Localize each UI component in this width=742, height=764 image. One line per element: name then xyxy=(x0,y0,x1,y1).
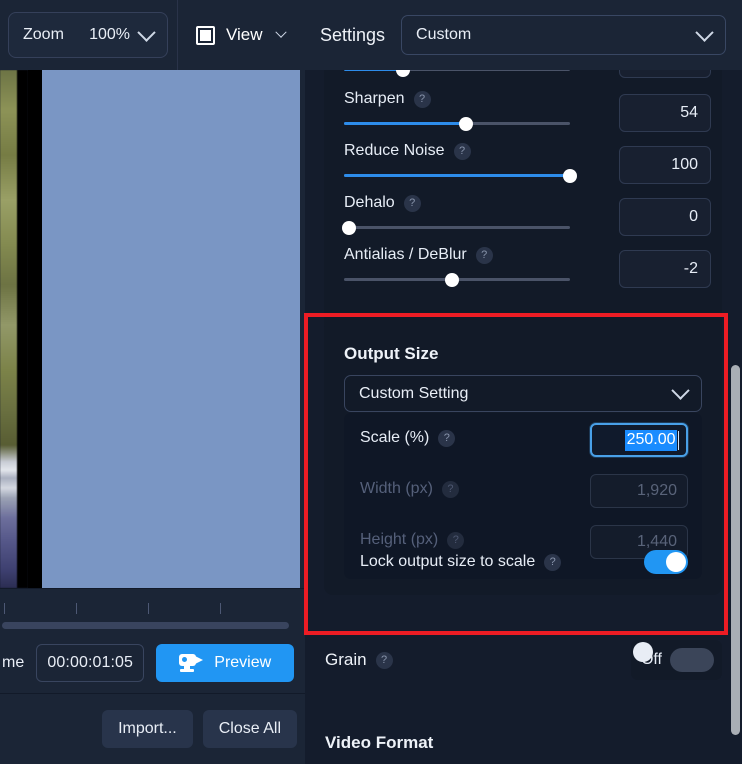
grain-label: Grain xyxy=(325,650,367,669)
view-label: View xyxy=(226,25,263,44)
help-icon[interactable]: ? xyxy=(413,90,431,108)
settings-vertical-scrollbar[interactable] xyxy=(731,365,740,735)
help-icon[interactable]: ? xyxy=(375,651,393,669)
file-actions-bar: Import... Close All xyxy=(0,694,305,764)
enhancement-sliders-card: Sharpen ? 54 Reduce Noise ? 100 Dehalo ?… xyxy=(324,40,722,366)
application-window: Zoom 100% View me 00:00:01:05 Preview Im… xyxy=(0,0,742,764)
slider-row-dehalo: Dehalo ? 0 xyxy=(324,192,722,244)
preview-button[interactable]: Preview xyxy=(156,644,295,682)
chevron-down-icon xyxy=(671,381,690,400)
square-frame-icon xyxy=(196,25,215,45)
slider-knob[interactable] xyxy=(445,272,460,287)
chevron-down-icon xyxy=(137,22,156,42)
scale-row: Scale (%) ? 250.00 xyxy=(344,417,702,459)
width-label: Width (px) xyxy=(360,480,433,497)
video-preview-area[interactable] xyxy=(0,70,305,588)
output-size-preset-dropdown[interactable]: Custom Setting xyxy=(344,375,702,412)
output-size-title: Output Size xyxy=(344,344,439,363)
grain-section: Grain ? Off xyxy=(324,638,722,686)
slider-label-antialias-deblur: Antialias / DeBlur xyxy=(344,246,467,263)
slider-track-sharpen[interactable] xyxy=(344,116,570,131)
slider-track-antialias-deblur[interactable] xyxy=(344,272,570,287)
grain-toggle[interactable] xyxy=(633,642,714,672)
ruler-ticks xyxy=(0,603,305,619)
slider-row-antialias-deblur: Antialias / DeBlur ? -2 xyxy=(324,244,722,296)
slider-fill xyxy=(344,122,467,125)
chevron-down-icon xyxy=(695,22,714,42)
slider-knob[interactable] xyxy=(563,168,577,183)
preview-image[interactable] xyxy=(42,70,300,588)
help-icon[interactable]: ? xyxy=(453,142,471,160)
view-control[interactable]: View xyxy=(196,15,287,55)
ruler-tick xyxy=(148,603,149,614)
help-icon[interactable]: ? xyxy=(544,553,562,571)
video-camera-icon xyxy=(179,653,205,673)
slider-track-dehalo[interactable] xyxy=(341,220,570,235)
import-button[interactable]: Import... xyxy=(102,710,193,748)
settings-preset-value: Custom xyxy=(416,26,472,43)
width-input[interactable]: 1,920 xyxy=(590,474,688,508)
output-size-preset-value: Custom Setting xyxy=(359,384,469,402)
slider-row-sharpen: Sharpen ? 54 xyxy=(324,88,722,140)
playback-controls: me 00:00:01:05 Preview xyxy=(0,633,305,694)
help-icon[interactable]: ? xyxy=(441,480,459,498)
ruler-tick xyxy=(220,603,221,614)
slider-knob[interactable] xyxy=(341,220,356,235)
timecode-input[interactable]: 00:00:01:05 xyxy=(36,644,145,682)
timeline-ruler[interactable] xyxy=(0,588,305,634)
close-all-button[interactable]: Close All xyxy=(202,710,297,748)
lock-output-size-toggle[interactable] xyxy=(644,550,688,574)
slider-knob[interactable] xyxy=(459,116,474,131)
scale-input-value: 250.00 xyxy=(624,429,677,451)
preview-pane: Zoom 100% View me 00:00:01:05 Preview Im… xyxy=(0,0,305,764)
help-icon[interactable]: ? xyxy=(475,246,493,264)
image-letterbox-gap xyxy=(28,70,42,588)
slider-row-reduce-noise: Reduce Noise ? 100 xyxy=(324,140,722,192)
help-icon[interactable]: ? xyxy=(403,194,421,212)
grain-toggle-control[interactable]: Off xyxy=(631,640,722,680)
help-icon[interactable]: ? xyxy=(438,429,456,447)
slider-label-reduce-noise: Reduce Noise xyxy=(344,142,445,159)
preview-toolbar: Zoom 100% View xyxy=(0,0,305,70)
source-image-strip xyxy=(0,70,28,588)
antialias-deblur-value-input[interactable]: -2 xyxy=(619,250,711,288)
output-size-card: Output Size Custom Setting Scale (%) ? 2… xyxy=(324,320,722,595)
settings-header: Settings Custom xyxy=(305,0,742,70)
zoom-label: Zoom xyxy=(23,26,64,43)
scale-label: Scale (%) xyxy=(360,429,430,446)
lock-output-size-label: Lock output size to scale xyxy=(360,553,536,570)
settings-scroll-body: Sharpen ? 54 Reduce Noise ? 100 Dehalo ?… xyxy=(305,40,742,764)
slider-track-reduce-noise[interactable] xyxy=(344,168,577,183)
grain-label-wrap: Grain ? xyxy=(325,650,393,670)
slider-label-dehalo: Dehalo xyxy=(344,194,395,211)
scale-input[interactable]: 250.00 xyxy=(590,423,688,457)
toolbar-divider xyxy=(177,0,178,70)
text-cursor xyxy=(677,430,679,450)
timeline-scrollbar[interactable] xyxy=(2,622,289,629)
settings-preset-dropdown[interactable]: Custom xyxy=(401,15,727,55)
lock-output-size-row: Lock output size to scale ? xyxy=(344,541,702,583)
preview-button-label: Preview xyxy=(214,654,272,671)
frame-label: me xyxy=(2,654,25,671)
settings-pane: Settings Custom Sharpen ? 54 Reduce Nois… xyxy=(305,0,742,764)
slider-fill xyxy=(344,174,570,177)
reduce-noise-value-input[interactable]: 100 xyxy=(619,146,711,184)
sharpen-value-input[interactable]: 54 xyxy=(619,94,711,132)
chevron-down-icon xyxy=(274,26,287,38)
video-format-title: Video Format xyxy=(325,733,434,752)
output-size-fields: Scale (%) ? 250.00 Width (px) ? 1,920 He… xyxy=(344,413,702,579)
slider-label-sharpen: Sharpen xyxy=(344,90,405,107)
ruler-tick xyxy=(4,603,5,614)
dehalo-value-input[interactable]: 0 xyxy=(619,198,711,236)
zoom-value: 100% xyxy=(89,26,130,43)
zoom-control[interactable]: Zoom 100% xyxy=(8,12,168,58)
ruler-tick xyxy=(76,603,77,614)
settings-title: Settings xyxy=(320,24,386,45)
width-row: Width (px) ? 1,920 xyxy=(344,468,702,510)
